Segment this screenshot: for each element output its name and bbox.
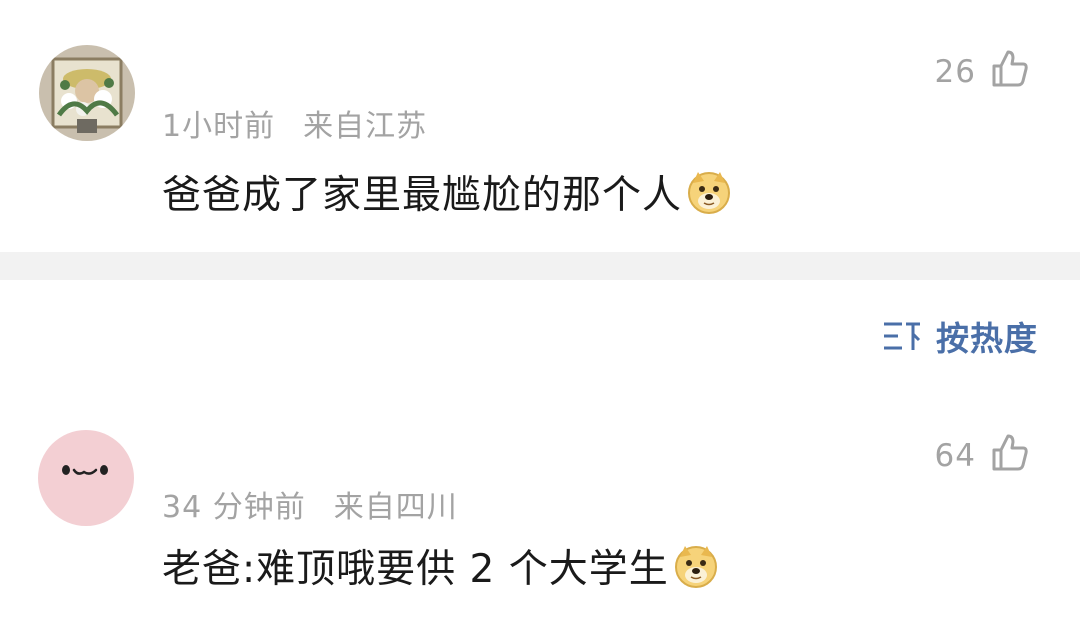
section-divider (0, 252, 1080, 280)
comment-location: 来自江苏 (303, 109, 428, 144)
comment-time: 1小时前 (162, 109, 276, 144)
thumbs-up-icon (990, 48, 1030, 96)
comment-text: 爸爸成了家里最尴尬的那个人 (162, 173, 683, 218)
comment-location: 来自四川 (333, 490, 458, 525)
comment-text: 老爸:难顶哦要供 2 个大学生 (162, 547, 669, 592)
pink-face-avatar-icon (38, 430, 134, 526)
doge-emoji-icon (686, 169, 732, 215)
thumbs-up-icon (990, 432, 1030, 480)
sort-icon (882, 318, 922, 354)
comment-time: 34 分钟前 (162, 490, 306, 525)
comment-meta: 34 分钟前 来自四川 (162, 482, 458, 526)
like-count: 26 (934, 54, 976, 90)
sort-label: 按热度 (936, 319, 1038, 358)
painting-avatar-icon (39, 45, 135, 141)
like-count: 64 (934, 438, 976, 474)
comment-meta: 1小时前 来自江苏 (162, 101, 427, 145)
comment-item[interactable]: 1小时前 来自江苏 爸爸成了家里最尴尬的那个人 26 (0, 0, 1080, 252)
like-button[interactable]: 26 (935, 48, 1030, 96)
like-button[interactable]: 64 (935, 432, 1030, 480)
user-avatar[interactable] (39, 45, 135, 141)
sort-by-hot-button[interactable]: 按热度 (882, 312, 1038, 360)
comment-item[interactable]: 34 分钟前 来自四川 老爸:难顶哦要供 2 个大学生 64 (0, 410, 1080, 642)
user-avatar[interactable] (38, 430, 134, 526)
comment-text-row: 老爸:难顶哦要供 2 个大学生 (162, 538, 719, 594)
comment-text-row: 爸爸成了家里最尴尬的那个人 (162, 164, 732, 220)
doge-emoji-icon (673, 543, 719, 589)
